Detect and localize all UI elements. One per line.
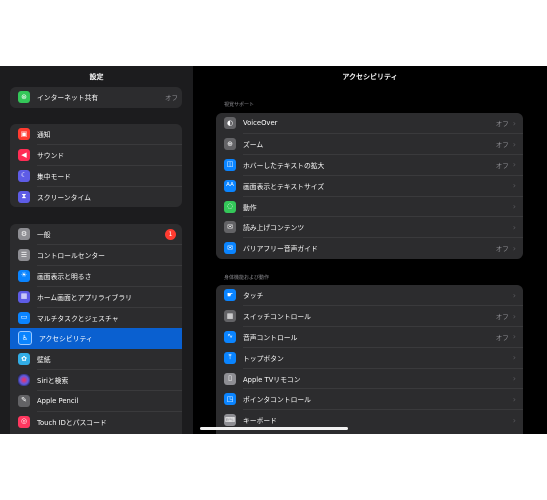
chevron-right-icon: › <box>512 222 516 232</box>
sidebar-item-display-brightness[interactable]: ☀ 画面表示と明るさ <box>10 266 182 287</box>
chevron-right-icon: › <box>512 415 516 425</box>
hover-text-icon: ◫ <box>224 158 236 171</box>
row-spoken-content[interactable]: ✉ 読み上げコンテンツ › <box>216 217 523 238</box>
voiceover-icon: ◐ <box>224 117 236 130</box>
brightness-icon: ☀ <box>18 269 30 282</box>
multitasking-icon: ▭ <box>18 311 30 324</box>
touch-icon: ☛ <box>224 289 236 302</box>
home-indicator[interactable] <box>200 427 348 430</box>
fingerprint-icon: ◎ <box>18 415 30 428</box>
row-pointer-control[interactable]: ◳ ポインタコントロール › <box>216 389 523 410</box>
sidebar-item-hotspot[interactable]: ⊛ インターネット共有 オフ <box>10 87 182 108</box>
chevron-right-icon: › <box>512 374 516 384</box>
vision-settings-group: ◐ VoiceOver オフ › ⊕ ズーム オフ › ◫ ホバーしたテキストの… <box>216 113 523 259</box>
hotspot-icon: ⊛ <box>18 91 30 104</box>
row-motion[interactable]: ◌ 動作 › <box>216 196 523 217</box>
chevron-right-icon: › <box>512 139 516 149</box>
section-header-vision: 視覚サポート <box>224 102 255 108</box>
chevron-right-icon: › <box>512 353 516 363</box>
pencil-icon: ✎ <box>18 394 30 407</box>
chevron-right-icon: › <box>512 202 516 212</box>
text-size-icon: AA <box>224 179 236 192</box>
row-audio-descriptions[interactable]: ✉ バリアフリー音声ガイド オフ › <box>216 238 523 259</box>
settings-sidebar: 設定 ⊛ インターネット共有 オフ ▣ 通知 ◀ サウンド ☾ 集中モード ⧗ … <box>0 66 193 434</box>
sidebar-item-apple-pencil[interactable]: ✎ Apple Pencil <box>10 390 182 412</box>
row-top-button[interactable]: ⤒ トップボタン › <box>216 347 523 369</box>
chevron-right-icon: › <box>512 311 516 321</box>
notification-icon: ▣ <box>18 128 30 141</box>
gear-icon: ⚙ <box>18 228 30 241</box>
motion-icon: ◌ <box>224 200 236 213</box>
home-screen-icon: ▦ <box>18 290 30 303</box>
detail-title: アクセシビリティ <box>342 73 398 81</box>
row-apple-tv-remote[interactable]: ▯ Apple TVリモコン › <box>216 368 523 389</box>
audio-description-icon: ✉ <box>224 242 236 255</box>
pointer-icon: ◳ <box>224 393 236 406</box>
sidebar-item-notifications[interactable]: ▣ 通知 <box>10 124 182 145</box>
top-button-icon: ⤒ <box>224 351 236 364</box>
siri-icon <box>18 373 30 386</box>
row-display-text-size[interactable]: AA 画面表示とテキストサイズ › <box>216 175 523 197</box>
moon-icon: ☾ <box>18 169 30 182</box>
sidebar-title: 設定 <box>89 73 104 81</box>
row-switch-control[interactable]: ▦ スイッチコントロール オフ › <box>216 306 523 327</box>
update-badge: 1 <box>165 228 176 240</box>
zoom-icon: ⊕ <box>224 138 236 151</box>
sidebar-group-general: ⚙ 一般 1 ☰ コントロールセンター ☀ 画面表示と明るさ ▦ ホーム画面とア… <box>10 224 182 434</box>
keyboard-icon: ⌨ <box>224 414 236 427</box>
row-voiceover[interactable]: ◐ VoiceOver オフ › <box>216 113 523 134</box>
section-header-physical-motor: 身体機能および動作 <box>224 275 270 281</box>
wallpaper-icon: ✿ <box>18 353 30 366</box>
chevron-right-icon: › <box>512 181 516 191</box>
sidebar-item-screen-time[interactable]: ⧗ スクリーンタイム <box>10 186 182 207</box>
sidebar-group-connectivity: ⊛ インターネット共有 オフ <box>10 87 182 108</box>
switch-control-icon: ▦ <box>224 310 236 323</box>
chevron-right-icon: › <box>512 290 516 300</box>
row-touch[interactable]: ☛ タッチ › <box>216 285 523 306</box>
row-hover-text[interactable]: ◫ ホバーしたテキストの拡大 オフ › <box>216 155 523 176</box>
sidebar-item-control-center[interactable]: ☰ コントロールセンター <box>10 245 182 266</box>
voice-control-icon: ∿ <box>224 330 236 343</box>
row-zoom[interactable]: ⊕ ズーム オフ › <box>216 134 523 155</box>
sidebar-item-home-screen[interactable]: ▦ ホーム画面とアプリライブラリ <box>10 286 182 308</box>
remote-icon: ▯ <box>224 372 236 385</box>
sidebar-item-sounds[interactable]: ◀ サウンド <box>10 145 182 166</box>
sidebar-item-focus[interactable]: ☾ 集中モード <box>10 166 182 187</box>
ipad-screen: 設定 ⊛ インターネット共有 オフ ▣ 通知 ◀ サウンド ☾ 集中モード ⧗ … <box>0 66 547 434</box>
accessibility-icon: ♿ <box>18 331 32 346</box>
chevron-right-icon: › <box>512 243 516 253</box>
sidebar-item-accessibility[interactable]: ♿ アクセシビリティ <box>10 327 182 349</box>
chevron-right-icon: › <box>512 332 516 342</box>
physical-settings-group: ☛ タッチ › ▦ スイッチコントロール オフ › ∿ 音声コントロール オフ … <box>216 285 523 434</box>
sidebar-item-wallpaper[interactable]: ✿ 壁紙 <box>10 349 182 370</box>
chevron-right-icon: › <box>512 118 516 128</box>
chevron-right-icon: › <box>512 160 516 170</box>
row-voice-control[interactable]: ∿ 音声コントロール オフ › <box>216 327 523 348</box>
spoken-content-icon: ✉ <box>224 221 236 234</box>
sidebar-item-touch-id[interactable]: ◎ Touch IDとパスコード <box>10 411 182 432</box>
hotspot-status: オフ <box>165 94 178 103</box>
sidebar-item-siri[interactable]: Siriと検索 <box>10 370 182 391</box>
sidebar-group-notifications: ▣ 通知 ◀ サウンド ☾ 集中モード ⧗ スクリーンタイム <box>10 124 182 207</box>
speaker-icon: ◀ <box>18 149 30 162</box>
hourglass-icon: ⧗ <box>18 190 30 203</box>
sidebar-item-multitasking[interactable]: ▭ マルチタスクとジェスチャ <box>10 307 182 328</box>
chevron-right-icon: › <box>512 394 516 404</box>
sidebar-item-general[interactable]: ⚙ 一般 1 <box>10 224 182 245</box>
control-center-icon: ☰ <box>18 249 30 262</box>
